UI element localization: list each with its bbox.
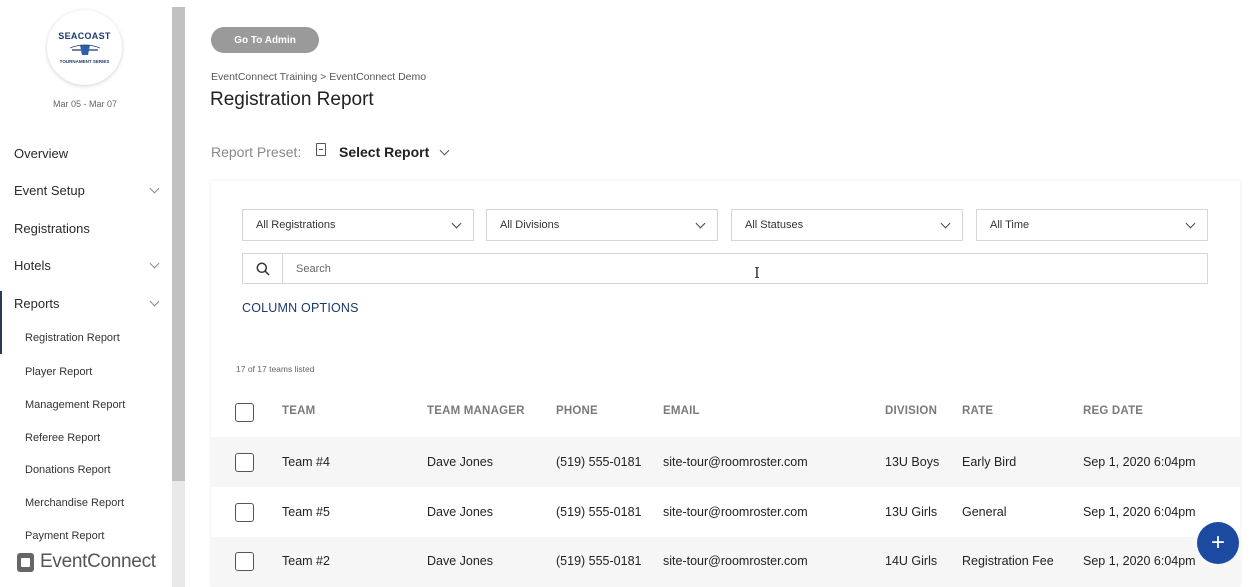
nav-event-setup[interactable]: Event Setup [14,183,164,198]
cell-manager: Dave Jones [427,455,494,469]
cell-email: site-tour@roomroster.com [663,455,808,469]
chevron-down-icon [451,218,462,228]
sidebar-scrollbar-track[interactable] [172,481,185,587]
sub-item-management-report[interactable]: Management Report [25,399,125,411]
column-header-reg-date[interactable]: REG DATE [1083,405,1143,417]
sub-item-merchandise-report[interactable]: Merchandise Report [25,497,124,509]
report-preset-value: Select Report [339,144,430,160]
logo-title: SEACOAST [58,31,111,41]
cell-manager: Dave Jones [427,554,494,568]
search-bar [242,253,1208,284]
cell-reg-date: Sep 1, 2020 6:04pm [1083,505,1196,519]
nav-overview[interactable]: Overview [14,146,164,161]
cell-division: 14U Girls [885,554,938,568]
go-to-admin-button[interactable]: Go To Admin [211,27,319,53]
sidebar-scrollbar-thumb[interactable] [172,7,185,481]
row-checkbox[interactable] [235,503,254,522]
nav-label: Hotels [14,258,51,273]
cell-division: 13U Girls [885,505,938,519]
cell-division: 13U Boys [885,455,940,469]
brand-name: EventConnect [40,551,156,572]
cell-rate: General [962,505,1007,519]
cell-reg-date: Sep 1, 2020 6:04pm [1083,455,1196,469]
chevron-down-icon [149,183,160,194]
nav-label: Registrations [14,221,90,236]
cell-team: Team #5 [282,505,330,519]
plus-icon: + [1210,529,1225,556]
chevron-down-icon [1185,218,1196,228]
sub-item-donations-report[interactable]: Donations Report [25,464,111,476]
cell-email: site-tour@roomroster.com [663,505,808,519]
teams-count: 17 of 17 teams listed [236,364,315,374]
sub-item-player-report[interactable]: Player Report [25,366,92,378]
nav-label: Event Setup [14,183,85,198]
filter-value: All Registrations [256,219,336,231]
search-icon [256,262,270,276]
chevron-down-icon [695,218,706,228]
filter-value: All Statuses [745,219,804,231]
cell-email: site-tour@roomroster.com [663,554,808,568]
filter-value: All Divisions [500,219,560,231]
report-preset-label: Report Preset: [211,144,302,160]
select-all-checkbox[interactable] [235,403,254,422]
column-header-email[interactable]: EMAIL [663,405,700,417]
text-cursor-icon: I [754,264,760,282]
nav-label: Overview [14,146,69,161]
column-header-phone[interactable]: PHONE [556,405,598,417]
cell-team: Team #2 [282,554,330,568]
chevron-down-icon [149,296,160,307]
cell-phone: (519) 555-0181 [556,505,642,519]
sidebar: SEACOAST TOURNAMENT SERIES Mar 05 - Mar … [0,0,172,587]
nav-reports[interactable]: Reports [14,296,164,311]
sub-item-referee-report[interactable]: Referee Report [25,432,100,444]
logo-emblem-icon [69,44,100,55]
cell-rate: Registration Fee [962,554,1054,568]
column-header-rate[interactable]: RATE [962,405,993,417]
filter-value: All Time [990,219,1030,231]
cell-team: Team #4 [282,455,330,469]
event-dates: Mar 05 - Mar 07 [52,99,118,109]
cell-rate: Early Bird [962,455,1017,469]
active-indicator [0,291,2,354]
page-title: Registration Report [210,89,374,110]
row-checkbox[interactable] [235,552,254,571]
filter-registrations[interactable]: All Registrations [242,209,474,241]
sub-item-payment-report[interactable]: Payment Report [25,530,104,542]
logo-subtitle: TOURNAMENT SERIES [59,59,110,64]
brand-logo: EventConnect [17,551,156,573]
search-input[interactable] [283,254,1207,283]
filter-divisions[interactable]: All Divisions [486,209,718,241]
nav-hotels[interactable]: Hotels [14,258,164,273]
chevron-down-icon [940,218,951,228]
cell-reg-date: Sep 1, 2020 6:04pm [1083,554,1196,568]
search-button[interactable] [243,254,283,283]
sub-item-registration-report[interactable]: Registration Report [25,332,120,344]
eventconnect-icon [17,552,34,572]
cell-phone: (519) 555-0181 [556,554,642,568]
column-header-division[interactable]: DIVISION [885,405,937,417]
column-header-team[interactable]: TEAM [282,405,315,417]
add-button[interactable]: + [1197,522,1239,564]
breadcrumb-item[interactable]: EventConnect Demo [329,71,426,83]
nav-registrations[interactable]: Registrations [14,221,164,236]
row-checkbox[interactable] [235,453,254,472]
filter-statuses[interactable]: All Statuses [731,209,963,241]
breadcrumb: EventConnect Training > EventConnect Dem… [211,71,426,83]
event-logo[interactable]: SEACOAST TOURNAMENT SERIES [47,10,122,85]
column-options-link[interactable]: COLUMN OPTIONS [242,301,359,315]
cell-phone: (519) 555-0181 [556,455,642,469]
document-icon [316,143,326,156]
column-header-team-manager[interactable]: TEAM MANAGER [427,405,525,417]
report-preset-select[interactable]: Select Report [339,144,450,160]
chevron-down-icon [439,145,450,155]
breadcrumb-separator: > [320,71,327,83]
cell-manager: Dave Jones [427,505,494,519]
chevron-down-icon [149,258,160,269]
nav-label: Reports [14,296,60,311]
filter-time[interactable]: All Time [976,209,1208,241]
breadcrumb-item[interactable]: EventConnect Training [211,71,317,83]
